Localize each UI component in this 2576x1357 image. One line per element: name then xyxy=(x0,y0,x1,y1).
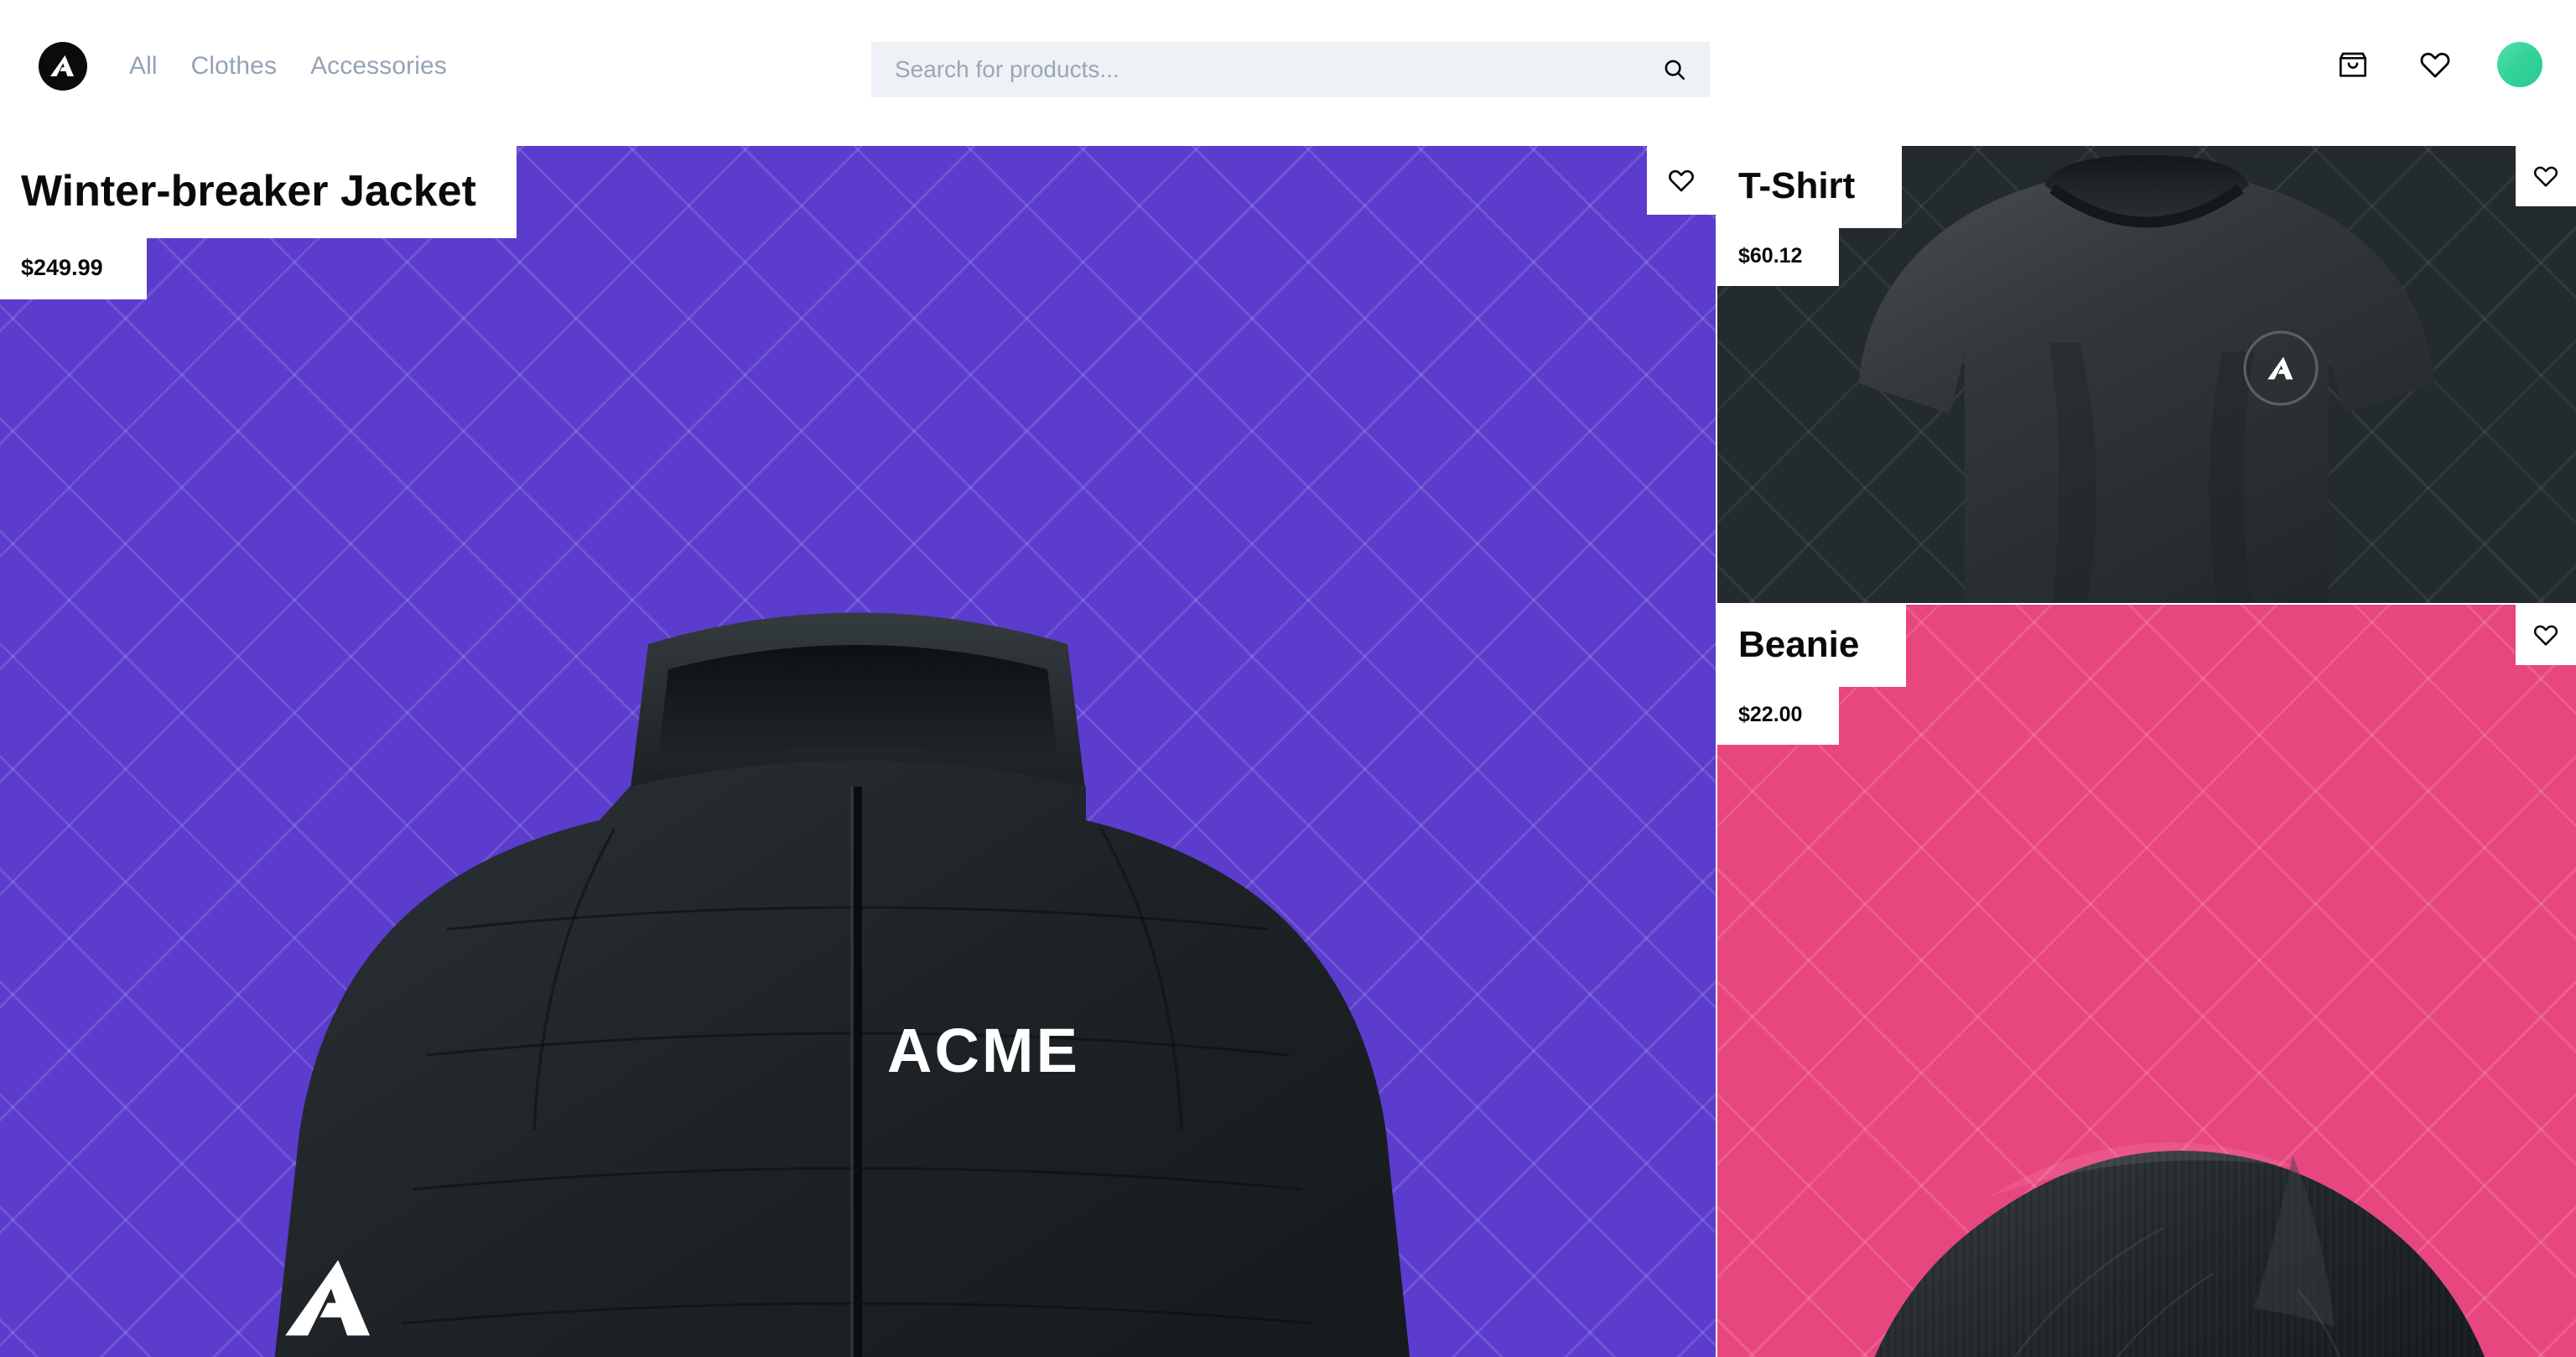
user-avatar[interactable] xyxy=(2497,42,2542,87)
jacket-brand-text: ACME xyxy=(887,1016,1080,1085)
heart-icon xyxy=(1669,169,1694,192)
nav-right-group xyxy=(2333,42,2542,87)
search-icon[interactable] xyxy=(1656,51,1693,88)
heart-icon xyxy=(2533,166,2558,187)
nav-item-all[interactable]: All xyxy=(129,52,158,81)
product-card-jacket[interactable]: ACME Winter-breaker Jacket $249.99 xyxy=(0,146,1716,1357)
wishlist-button-jacket[interactable] xyxy=(1647,146,1716,215)
product-price: $22.00 xyxy=(1717,687,1840,745)
product-title: T-Shirt xyxy=(1717,146,1903,228)
cart-icon[interactable] xyxy=(2333,44,2373,85)
product-grid: ACME Winter-breaker Jacket $249.99 T-Shi… xyxy=(0,146,2576,1357)
product-price: $249.99 xyxy=(0,238,147,299)
wishlist-button-tshirt[interactable] xyxy=(2516,146,2576,206)
search-input[interactable] xyxy=(871,42,1710,97)
beanie-product-image xyxy=(1875,1142,2485,1357)
main-navigation: All Clothes Accessories xyxy=(129,52,447,81)
nav-item-accessories[interactable]: Accessories xyxy=(310,52,447,81)
heart-icon[interactable] xyxy=(2415,44,2455,85)
product-card-tshirt[interactable]: T-Shirt $60.12 xyxy=(1717,146,2576,603)
tshirt-label-stack: T-Shirt $60.12 xyxy=(1717,146,1903,286)
product-price: $60.12 xyxy=(1717,228,1840,286)
nav-item-clothes[interactable]: Clothes xyxy=(191,52,277,81)
beanie-label-stack: Beanie $22.00 xyxy=(1717,605,1907,745)
jacket-label-stack: Winter-breaker Jacket $249.99 xyxy=(0,146,517,299)
acme-a-logo-icon[interactable] xyxy=(39,42,87,91)
site-header: All Clothes Accessories xyxy=(0,0,2576,146)
jacket-product-image: ACME xyxy=(274,612,1410,1357)
wishlist-button-beanie[interactable] xyxy=(2516,605,2576,665)
product-card-beanie[interactable]: Beanie $22.00 xyxy=(1717,605,2576,1357)
search-container xyxy=(871,42,1710,97)
product-title: Beanie xyxy=(1717,605,1907,687)
nav-left-group: All Clothes Accessories xyxy=(39,42,447,91)
heart-icon xyxy=(2533,625,2558,646)
tshirt-product-image xyxy=(1859,155,2434,603)
product-title: Winter-breaker Jacket xyxy=(0,146,517,238)
